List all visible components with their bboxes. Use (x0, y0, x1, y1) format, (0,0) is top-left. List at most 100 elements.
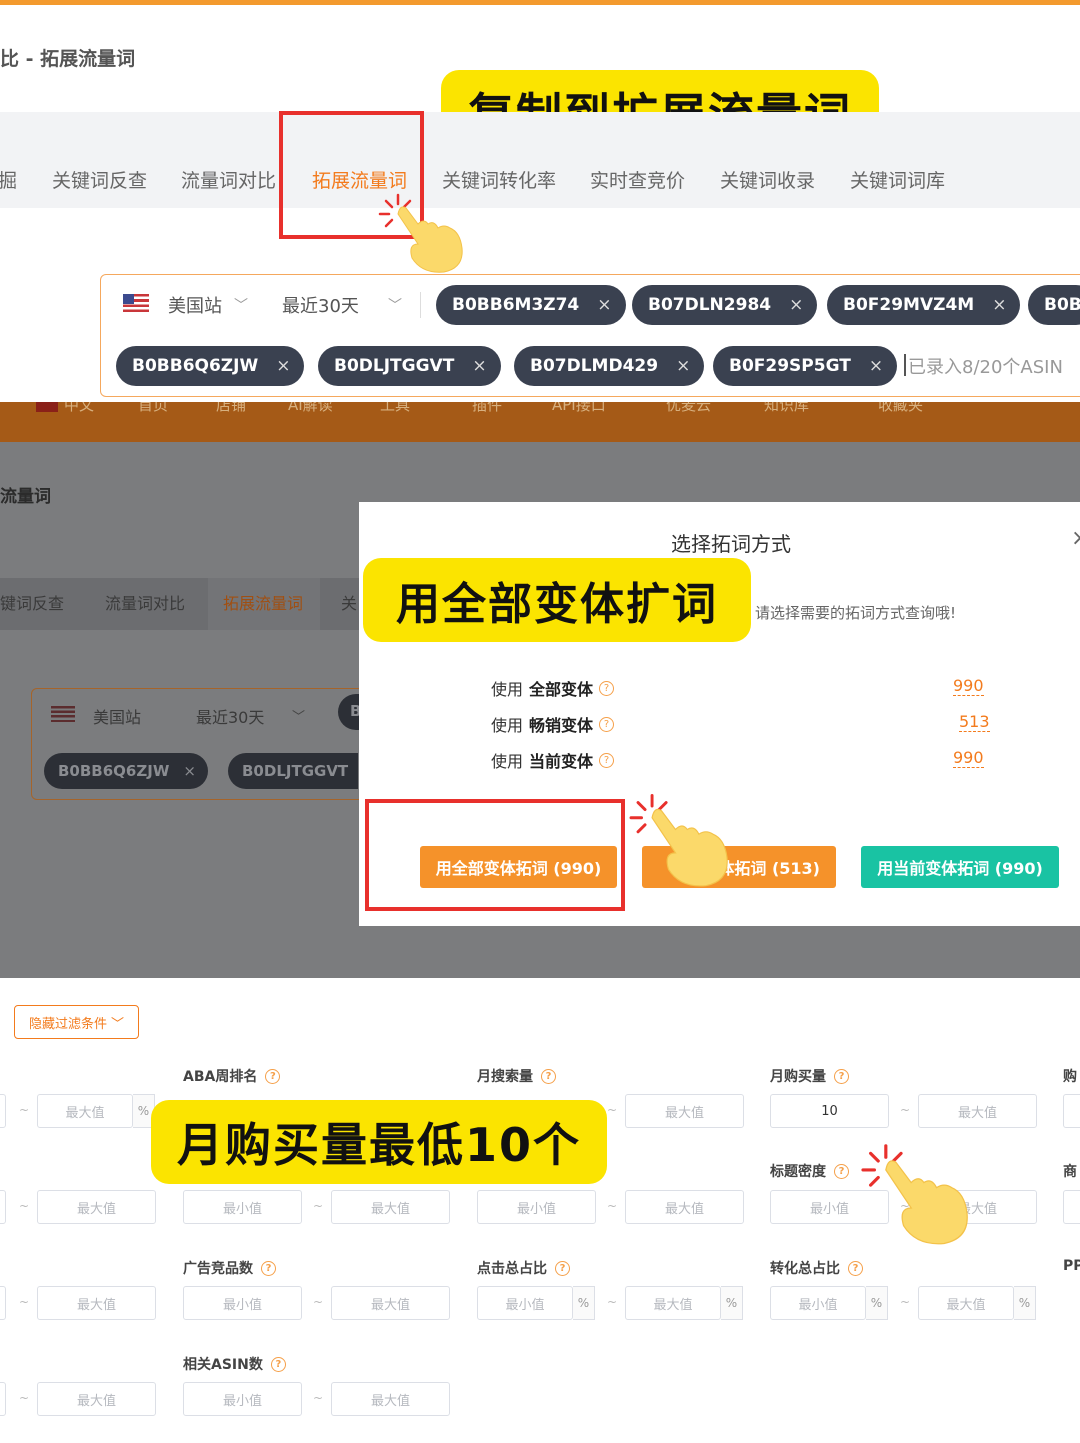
range-separator: ~ (607, 1103, 618, 1117)
tab-keyword-reverse[interactable]: 关键词反查 (52, 166, 147, 193)
option-current-variants-count[interactable]: 990 (953, 748, 984, 768)
filter-input[interactable] (0, 1382, 6, 1416)
close-icon[interactable]: × (789, 295, 803, 315)
monthly-search-max-input[interactable]: 最大值 (625, 1094, 744, 1128)
tab-keyword-index[interactable]: 关键词收录 (720, 166, 815, 193)
conversion-share-max-input[interactable]: 最大值 (918, 1286, 1014, 1320)
us-flag-icon (123, 294, 149, 312)
range-separator: ~ (900, 1103, 911, 1117)
filter-max-input[interactable]: 最大值 (331, 1190, 450, 1224)
nav-store[interactable]: 店铺 (216, 402, 246, 415)
nav-knowledge[interactable]: 知识库 (764, 402, 809, 415)
percent-suffix: % (866, 1286, 888, 1320)
filter-input[interactable] (0, 1094, 6, 1128)
tab-traffic-compare[interactable]: 流量词对比 (181, 166, 276, 193)
site-select[interactable]: 美国站 (93, 704, 141, 728)
close-icon[interactable]: × (597, 295, 611, 315)
help-icon[interactable]: ? (541, 1068, 556, 1084)
asin-chip[interactable]: B0F29SP5GT × (713, 346, 898, 386)
nav-ai[interactable]: AI解读 (288, 402, 333, 415)
range-separator: ~ (19, 1391, 30, 1405)
asin-count: 已录入8/20个ASIN (908, 357, 1063, 378)
tab-expand-traffic-words[interactable]: 拓展流量词 (223, 590, 303, 614)
asin-chip[interactable]: B0B (1028, 285, 1080, 325)
help-icon[interactable]: ? (265, 1068, 281, 1084)
related-asin-max-input[interactable]: 最大值 (331, 1382, 450, 1416)
filter-input[interactable] (0, 1190, 6, 1224)
filter-input[interactable] (1063, 1094, 1080, 1128)
tab-keyword-library[interactable]: 关键词词库 (850, 166, 945, 193)
help-icon[interactable]: ? (270, 1356, 286, 1372)
close-icon[interactable]: × (276, 356, 290, 376)
nav-youmaiyun[interactable]: 优麦云 (666, 402, 711, 415)
cn-flag-icon (36, 402, 58, 412)
period-select[interactable]: 最近30天 (282, 292, 359, 318)
expand-current-variants-button[interactable]: 用当前变体拓词 (990) (861, 846, 1059, 888)
site-select[interactable]: 美国站 (168, 292, 222, 318)
asin-chip[interactable]: B07DLMD429 × (514, 346, 705, 386)
text-cursor (904, 354, 906, 376)
hide-filters-button[interactable]: 隐藏过滤条件 ﹀ (14, 1005, 139, 1039)
close-icon[interactable]: × (869, 356, 883, 376)
help-icon[interactable]: ? (599, 716, 615, 732)
filter-max-input[interactable]: 最大值 (625, 1190, 744, 1224)
tab-keyword-conversion[interactable]: 关键词转化率 (442, 166, 556, 193)
close-icon[interactable]: × (472, 356, 486, 376)
chevron-down-icon: ﹀ (111, 1016, 125, 1032)
range-separator: ~ (19, 1199, 30, 1213)
nav-tools[interactable]: 工具 (380, 402, 410, 415)
filter-input[interactable] (0, 1286, 6, 1320)
option-current-variants: 使用 当前变体? (491, 748, 615, 772)
asin-chip[interactable]: B0F29MVZ4M × (827, 285, 1021, 325)
tab-realtime-bid[interactable]: 实时查竞价 (590, 166, 685, 193)
tab-traffic-compare[interactable]: 流量词对比 (105, 590, 185, 614)
help-icon[interactable]: ? (834, 1163, 849, 1179)
tab-keyword-reverse[interactable]: 键词反查 (0, 590, 64, 614)
ad-products-min-input[interactable]: 最小值 (183, 1286, 302, 1320)
asin-chip[interactable]: B0BB6Q6ZJW × (116, 346, 305, 386)
help-icon[interactable]: ? (261, 1260, 276, 1276)
period-select[interactable]: 最近30天 (196, 704, 264, 728)
callout-use-all-variants: 用全部变体扩词 (363, 558, 751, 642)
filter-max-input[interactable]: 最大值 (37, 1190, 156, 1224)
conversion-share-min-input[interactable]: 最小值 (770, 1286, 866, 1320)
related-asin-min-input[interactable]: 最小值 (183, 1382, 302, 1416)
help-icon[interactable]: ? (599, 680, 615, 696)
help-icon[interactable]: ? (599, 752, 615, 768)
filter-max-input[interactable]: 最大值 (37, 1286, 156, 1320)
asin-chip[interactable]: B0DLJTGGVT (228, 753, 358, 789)
close-icon[interactable]: × (183, 762, 196, 780)
filter-max-input[interactable]: 最大值 (37, 1382, 156, 1416)
help-icon[interactable]: ? (555, 1260, 570, 1276)
tool-tab-bar (0, 112, 1080, 208)
option-bestseller-variants-count[interactable]: 513 (959, 712, 990, 732)
help-icon[interactable]: ? (848, 1260, 863, 1276)
ad-products-max-input[interactable]: 最大值 (331, 1286, 450, 1320)
option-all-variants-count[interactable]: 990 (953, 676, 984, 696)
divider (420, 292, 421, 318)
nav-favorites[interactable]: 收藏夹 (878, 402, 923, 415)
filter-min-input[interactable]: 最小值 (477, 1190, 596, 1224)
close-icon[interactable]: × (992, 295, 1006, 315)
asin-chip[interactable]: B0BB6M3Z74 × (436, 285, 626, 325)
asin-chip[interactable]: B07DLN2984 × (632, 285, 818, 325)
asin-chip[interactable]: B0BB6Q6ZJW × (44, 753, 208, 789)
asin-chip[interactable]: B0DLJTGGVT × (318, 346, 501, 386)
close-icon[interactable]: × (1071, 526, 1080, 551)
nav-api[interactable]: API接口 (552, 402, 606, 415)
nav-plugin[interactable]: 插件 (472, 402, 502, 415)
close-icon[interactable]: × (676, 356, 690, 376)
nav-language[interactable]: 中文 (64, 402, 94, 415)
filter-input[interactable] (1063, 1190, 1080, 1224)
tab-partial[interactable]: 关 (341, 590, 357, 614)
monthly-purchase-min-input[interactable]: 10 (770, 1094, 889, 1128)
tab-partial[interactable]: 掘 (0, 166, 17, 193)
filter-max-input[interactable]: 最大值 (37, 1094, 133, 1128)
nav-home[interactable]: 首页 (138, 402, 168, 415)
click-share-min-input[interactable]: 最小值 (477, 1286, 573, 1320)
click-share-max-input[interactable]: 最大值 (625, 1286, 721, 1320)
help-icon[interactable]: ? (834, 1068, 849, 1084)
monthly-purchase-max-input[interactable]: 最大值 (918, 1094, 1037, 1128)
option-all-variants: 使用 全部变体? (491, 676, 615, 700)
filter-min-input[interactable]: 最小值 (183, 1190, 302, 1224)
